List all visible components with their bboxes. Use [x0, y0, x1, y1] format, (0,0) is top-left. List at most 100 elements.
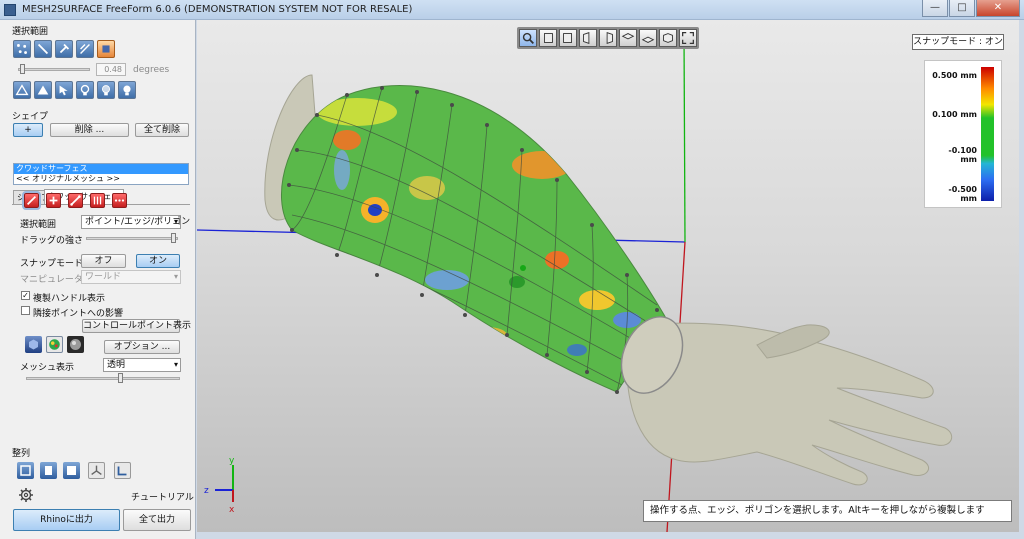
solid-display-button[interactable] — [25, 336, 42, 353]
quad-surface[interactable] — [280, 84, 694, 403]
minimize-button[interactable]: — — [922, 0, 948, 17]
bulb-outline-icon — [102, 85, 110, 96]
zoom-icon — [522, 32, 534, 44]
invert-selection-button[interactable] — [97, 81, 115, 99]
angle-slider[interactable] — [18, 68, 90, 71]
select-none-button[interactable] — [76, 81, 94, 99]
view-bottom-icon — [641, 36, 655, 43]
selected-point[interactable] — [520, 265, 526, 271]
align-front-button[interactable] — [17, 462, 34, 479]
mesh-opacity-thumb[interactable] — [118, 373, 123, 383]
columns-icon — [93, 196, 102, 205]
export-rhino-button[interactable]: Rhinoに出力 — [13, 509, 120, 531]
manipulator-label: マニピュレータ — [20, 275, 83, 285]
diagonal-icon — [70, 195, 81, 206]
legend-value: 0.500 mm — [932, 71, 977, 80]
align-top-button[interactable] — [63, 462, 80, 479]
delete-shape-button[interactable]: 削除 ... — [50, 123, 129, 137]
list-item[interactable]: << オリジナルメッシュ >> — [14, 174, 188, 184]
options-button[interactable]: オプション ... — [104, 340, 180, 354]
legend-value: 0.100 mm — [932, 110, 977, 119]
selection-mode-dropdown[interactable]: ポイント/エッジ/ポリゴン ▾ — [81, 215, 190, 229]
drag-strength-slider[interactable] — [86, 237, 178, 240]
chevron-down-icon: ▾ — [173, 272, 178, 281]
delete-all-button[interactable]: 全て削除 — [135, 123, 189, 137]
gizmo-x-label: x — [229, 505, 235, 515]
gear-icon[interactable] — [18, 487, 34, 503]
select-ring-button[interactable] — [76, 40, 94, 58]
hide-selection-button[interactable] — [118, 81, 136, 99]
dots-icon — [114, 199, 125, 202]
show-copy-handles-checkbox[interactable]: ✓ — [21, 291, 30, 300]
fit-view-button[interactable] — [679, 29, 697, 47]
points-icon — [17, 44, 27, 54]
angle-slider-thumb[interactable] — [20, 64, 25, 74]
brush-tool-button[interactable] — [22, 191, 41, 210]
ring-select-icon — [80, 44, 90, 54]
drag-strength-thumb[interactable] — [171, 233, 176, 243]
view-side-icon — [45, 466, 52, 475]
selection-range-label: 選択範囲 — [20, 220, 57, 230]
align-axis-button[interactable] — [88, 462, 105, 479]
grow-selection-button[interactable] — [13, 81, 31, 99]
view-left-button[interactable] — [579, 29, 597, 47]
title-bar: MESH2SURFACE FreeForm 6.0.6 (DEMONSTRATI… — [0, 0, 1024, 20]
sphere-icon — [70, 339, 81, 350]
view-back-button[interactable] — [559, 29, 577, 47]
columns-tool-button[interactable] — [90, 193, 105, 208]
align-corner-button[interactable] — [114, 462, 131, 479]
split-tool-button[interactable] — [68, 193, 83, 208]
close-button[interactable]: ✕ — [976, 0, 1020, 17]
view-bottom-button[interactable] — [639, 29, 657, 47]
select-polygon-button[interactable] — [97, 40, 115, 58]
select-edges-button[interactable] — [34, 40, 52, 58]
view-top-button[interactable] — [619, 29, 637, 47]
export-all-button[interactable]: 全て出力 — [123, 509, 191, 531]
dots-tool-button[interactable] — [112, 193, 127, 208]
brush-icon — [26, 195, 37, 206]
shaded-display-button[interactable] — [67, 336, 84, 353]
snap-off-button[interactable]: オフ — [81, 254, 126, 268]
scene-canvas: y z x — [197, 33, 953, 532]
align-side-button[interactable] — [40, 462, 57, 479]
view-front-button[interactable] — [539, 29, 557, 47]
angle-value[interactable]: 0.48 — [96, 63, 126, 76]
select-loop-button[interactable] — [55, 40, 73, 58]
shape-section-title: シェイプ — [12, 112, 49, 122]
mesh-opacity-slider[interactable] — [26, 377, 180, 380]
view-perspective-button[interactable] — [659, 29, 677, 47]
add-point-tool-button[interactable] — [46, 193, 61, 208]
color-display-button[interactable] — [46, 336, 63, 353]
view-top-icon — [621, 33, 635, 40]
gizmo-z-label: z — [204, 486, 209, 496]
list-item[interactable]: クワッドサーフェス — [14, 164, 188, 174]
color-ramp — [981, 67, 994, 201]
view-right-button[interactable] — [599, 29, 617, 47]
selection-range-title: 選択範囲 — [12, 27, 49, 37]
view-front-icon — [20, 465, 31, 476]
mesh-display-value: 透明 — [107, 360, 126, 370]
world-y-axis — [683, 33, 686, 243]
affect-neighbors-checkbox[interactable] — [21, 306, 30, 315]
shrink-selection-button[interactable] — [34, 81, 52, 99]
snap-on-button[interactable]: オン — [136, 254, 180, 268]
zoom-button[interactable] — [519, 29, 537, 47]
manipulator-dropdown[interactable]: ワールド ▾ — [81, 270, 181, 284]
app-icon — [4, 4, 16, 16]
edge-icon — [37, 43, 49, 55]
select-points-button[interactable] — [13, 40, 31, 58]
show-control-points-button[interactable]: コントロールポイント表示 — [82, 319, 191, 333]
shape-list[interactable]: クワッドサーフェス << オリジナルメッシュ >> — [13, 163, 189, 185]
view-right-icon — [606, 32, 613, 44]
color-sphere-icon — [49, 339, 60, 350]
mesh-display-dropdown[interactable]: 透明 ▾ — [103, 358, 181, 372]
add-shape-button[interactable]: + — [13, 123, 43, 137]
maximize-button[interactable]: □ — [949, 0, 975, 17]
bulb-icon — [80, 84, 90, 96]
window-controls: — □ ✕ — [921, 0, 1020, 18]
tutorial-link[interactable]: チュートリアル — [131, 490, 194, 503]
3d-viewport[interactable]: y z x スナップモード : オン 0.500 mm 0.100 mm -0.… — [197, 20, 1019, 532]
deviation-legend: 0.500 mm 0.100 mm -0.100 mm -0.500 mm — [924, 60, 1002, 208]
select-all-button[interactable] — [55, 81, 73, 99]
cube-icon — [29, 339, 38, 350]
